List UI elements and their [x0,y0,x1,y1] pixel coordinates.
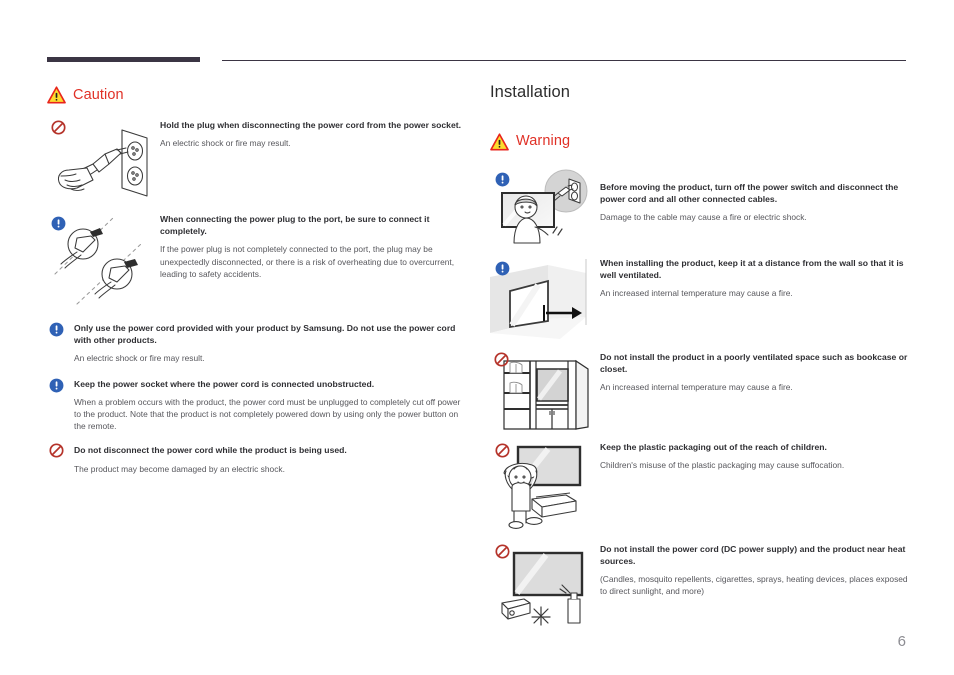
advisory-item: Hold the plug when disconnecting the pow… [47,118,467,208]
advisory-heading: When installing the product, keep it at … [600,257,904,280]
caution-banner: Caution [47,86,467,104]
page-number: 6 [897,633,906,650]
advisory-figure [490,541,600,627]
advisory-text: When connecting the power plug to the po… [160,212,467,280]
prohibition-icon [495,442,510,458]
advisory-text: Keep the plastic packaging out of the re… [600,439,910,471]
warning-label: Warning [516,133,571,150]
info-icon [49,322,64,337]
warning-triangle-icon [490,132,509,151]
advisory-item: Keep the power socket where the power co… [47,378,467,433]
advisory-body: An electric shock or fire may result. [160,138,291,149]
advisory-body: An increased internal temperature may ca… [600,287,793,298]
prohibition-icon [51,120,66,135]
advisory-item: Keep the plastic packaging out of the re… [490,439,910,533]
warning-banner: Warning [490,132,910,151]
advisory-text: When installing the product, keep it at … [600,255,910,300]
prohibition-icon [495,543,510,559]
prohibition-icon [494,351,509,367]
info-icon [49,378,64,393]
advisory-text: Do not install the power cord (DC power … [600,541,910,598]
advisory-body: If the power plug is not completely conn… [160,244,455,279]
advisory-item: Before moving the product, turn off the … [490,165,910,245]
advisory-figure [490,255,600,343]
advisory-body: An increased internal temperature may ca… [600,381,793,392]
advisory-heading: Before moving the product, turn off the … [600,181,899,204]
caution-label: Caution [73,86,124,103]
advisory-item: Only use the power cord provided with yo… [47,322,467,365]
advisory-heading: Only use the power cord provided with yo… [74,323,456,346]
advisory-heading: Keep the plastic packaging out of the re… [600,441,827,452]
prohibition-icon [49,443,64,458]
advisory-body: Children's misuse of the plastic packagi… [600,459,845,470]
advisory-item: Do not disconnect the power cord while t… [47,443,467,474]
advisory-body: The product may become damaged by an ele… [74,463,285,474]
advisory-body: When a problem occurs with the product, … [74,396,461,432]
advisory-heading: Do not disconnect the power cord while t… [74,445,347,456]
advisory-heading: Keep the power socket where the power co… [74,378,375,389]
info-icon [51,216,66,231]
advisory-item: When connecting the power plug to the po… [47,212,467,308]
advisory-item: When installing the product, keep it at … [490,255,910,343]
advisory-heading: When connecting the power plug to the po… [160,214,430,237]
advisory-item: Do not install the power cord (DC power … [490,541,910,627]
advisory-figure [47,212,160,308]
info-icon [495,261,510,276]
advisory-heading: Hold the plug when disconnecting the pow… [160,120,462,130]
right-column: Installation Warning Before moving the p… [490,84,910,627]
advisory-body: An electric shock or fire may result. [74,353,205,364]
page-title: Installation [490,83,571,101]
warning-triangle-icon [47,86,66,104]
advisory-text: Before moving the product, turn off the … [600,165,910,224]
left-column: Caution Hold the plug when disconnecting… [47,86,467,475]
advisory-figure [490,439,600,533]
advisory-text: Do not install the product in a poorly v… [600,349,910,394]
advisory-body: (Candles, mosquito repellents, cigarette… [600,573,908,597]
info-icon [495,172,510,187]
advisory-figure [490,349,600,431]
advisory-item: Do not install the product in a poorly v… [490,349,910,431]
advisory-heading: Do not install the power cord (DC power … [600,543,906,566]
header-rule-thin [222,60,906,62]
advisory-figure [490,165,600,245]
advisory-heading: Do not install the product in a poorly v… [600,351,908,374]
advisory-figure [47,118,160,208]
advisory-body: Damage to the cable may cause a fire or … [600,211,807,222]
advisory-text: Hold the plug when disconnecting the pow… [160,118,467,149]
manual-page: Caution Hold the plug when disconnecting… [0,0,954,675]
header-rule-thick [47,57,200,62]
